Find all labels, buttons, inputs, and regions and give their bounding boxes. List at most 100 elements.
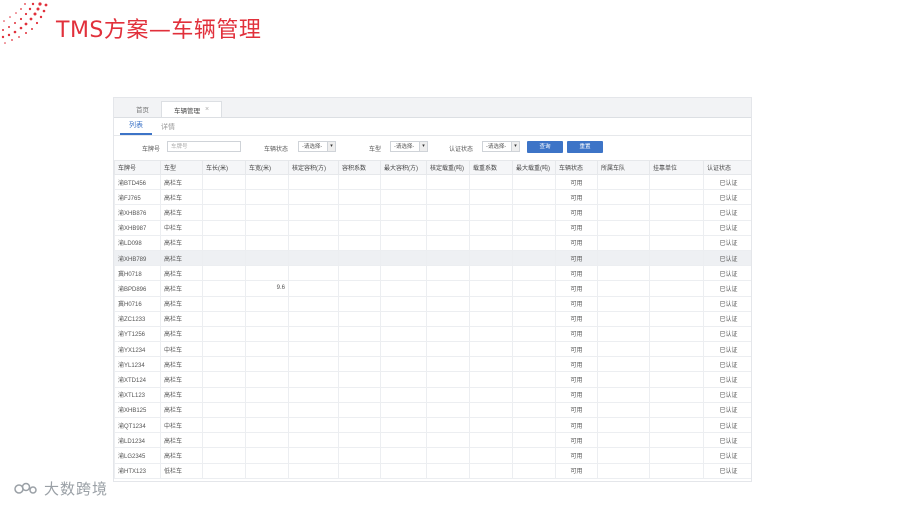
table-cell [512, 204, 556, 221]
table-row[interactable]: 渝XHB789 高栏车 可用 已认证 [114, 249, 751, 267]
table-cell: 中栏车 [160, 416, 203, 434]
table-cell: 可用 [555, 219, 598, 236]
reset-button[interactable]: 重置 [567, 141, 603, 153]
table-cell [426, 280, 470, 297]
table-cell [469, 204, 513, 221]
table-cell: 可用 [555, 356, 598, 373]
table-row[interactable]: 渝ZC1233 高栏车 可用 已认证 [114, 310, 751, 327]
table-cell [469, 416, 513, 434]
table-row[interactable]: 渝YL1234 高栏车 可用 已认证 [114, 356, 751, 373]
table-cell: 高栏车 [160, 432, 203, 449]
brand-footer: 大数跨境 [14, 478, 108, 499]
table-row[interactable]: 冀H0716 高栏车 可用 已认证 [114, 295, 751, 312]
table-row[interactable]: 渝XHB876 高栏车 可用 已认证 [114, 204, 751, 221]
table-cell [597, 189, 650, 206]
table-cell [597, 204, 650, 221]
table-cell [512, 356, 556, 373]
column-header[interactable]: 认证状态 [703, 160, 751, 175]
table-row[interactable]: 渝FJ765 高栏车 可用 已认证 [114, 189, 751, 206]
column-header[interactable]: 车宽(米) [245, 160, 289, 175]
brand-logo-icon [14, 482, 37, 494]
table-cell [288, 310, 339, 327]
table-row[interactable]: 渝XHB125 高栏车 可用 已认证 [114, 401, 751, 419]
plate-input[interactable]: 车牌号 [167, 141, 241, 152]
vehicle-type-select[interactable]: -请选择- ▾ [390, 141, 428, 152]
table-cell: 已认证 [703, 386, 751, 403]
table-cell [426, 432, 470, 449]
table-cell: 高栏车 [160, 295, 203, 312]
table-cell [288, 189, 339, 206]
table-cell: 渝XHB125 [114, 401, 161, 419]
table-cell: 已认证 [703, 462, 751, 479]
table-cell [380, 173, 427, 191]
plate-label: 车牌号 [142, 147, 161, 153]
chevron-down-icon: ▾ [419, 142, 427, 151]
subtab-detail[interactable]: 详情 [152, 122, 184, 135]
column-header[interactable]: 容积系数 [338, 160, 381, 175]
table-cell [288, 265, 339, 282]
table-row[interactable]: 渝LD1234 高栏车 可用 已认证 [114, 432, 751, 449]
column-header[interactable]: 所属车队 [597, 160, 650, 175]
table-cell [202, 432, 246, 449]
column-header[interactable]: 最大容积(方) [380, 160, 427, 175]
table-cell [288, 234, 339, 251]
column-header[interactable]: 车长(米) [202, 160, 246, 175]
table-row[interactable]: 渝BPD896 高栏车 9.6 可用 已认证 [114, 280, 751, 297]
table-cell [649, 386, 704, 403]
tab-home[interactable]: 首页 [124, 101, 161, 117]
table-cell: 渝YX1234 [114, 341, 161, 358]
table-cell [426, 341, 470, 358]
table-cell [202, 371, 246, 388]
table-cell [426, 310, 470, 327]
table-row[interactable]: 冀H0718 高栏车 可用 已认证 [114, 265, 751, 282]
column-header[interactable]: 车型 [160, 160, 203, 175]
table-cell [649, 249, 704, 267]
app-window: 首页 车辆管理 × 列表 详情 车牌号 车牌号 车辆状态 -请选择- ▾ 车型 … [113, 97, 752, 482]
auth-status-select[interactable]: -请选择- ▾ [482, 141, 520, 152]
table-row[interactable]: 渝LG2345 高栏车 可用 已认证 [114, 447, 751, 464]
table-row[interactable]: 渝LD098 高栏车 可用 已认证 [114, 234, 751, 251]
table-cell [338, 341, 381, 358]
column-header[interactable]: 最大载重(吨) [512, 160, 556, 175]
table-row[interactable]: 渝BTD456 高栏车 可用 已认证 [114, 173, 751, 191]
table-row[interactable]: 渝XHB987 中栏车 可用 已认证 [114, 219, 751, 236]
table-cell [426, 401, 470, 419]
vehicle-status-select[interactable]: -请选择- ▾ [298, 141, 336, 152]
table-cell [380, 386, 427, 403]
table-cell [380, 325, 427, 343]
subtab-list[interactable]: 列表 [120, 120, 152, 135]
table-cell [597, 416, 650, 434]
column-header[interactable]: 核定载重(吨) [426, 160, 470, 175]
table-cell [245, 325, 289, 343]
table-cell [288, 325, 339, 343]
table-cell: 已认证 [703, 234, 751, 251]
column-header[interactable]: 车牌号 [114, 160, 161, 175]
table-cell: 冀H0716 [114, 295, 161, 312]
close-icon[interactable]: × [205, 106, 209, 113]
column-header[interactable]: 车辆状态 [555, 160, 598, 175]
column-header[interactable]: 核定容积(方) [288, 160, 339, 175]
column-header[interactable]: 载重系数 [469, 160, 513, 175]
table-cell [512, 249, 556, 267]
table-cell: 渝ZC1233 [114, 310, 161, 327]
table-cell [288, 447, 339, 464]
table-cell [469, 265, 513, 282]
table-cell [288, 432, 339, 449]
table-cell [338, 401, 381, 419]
table-row[interactable]: 渝YX1234 中栏车 可用 已认证 [114, 341, 751, 358]
tab-vehicle-management[interactable]: 车辆管理 × [161, 101, 223, 117]
table-row[interactable]: 渝XTL123 高栏车 可用 已认证 [114, 386, 751, 403]
table-cell: 可用 [555, 416, 598, 434]
table-header-row: 车牌号 车型 车长(米) 车宽(米) 核定容积(方) 容积系数 最大容积(方) 核定载重(吨)… [114, 160, 751, 175]
table-row[interactable]: 渝HTX123 低栏车 可用 已认证 [114, 462, 751, 479]
column-header[interactable]: 挂靠单位 [649, 160, 704, 175]
table-cell: 中栏车 [160, 219, 203, 236]
table-row[interactable]: 渝QT1234 中栏车 可用 已认证 [114, 416, 751, 434]
table-row[interactable]: 渝YT1256 高栏车 可用 已认证 [114, 325, 751, 343]
query-button[interactable]: 查询 [527, 141, 563, 153]
table-cell [649, 371, 704, 388]
table-cell [245, 310, 289, 327]
table-cell [649, 173, 704, 191]
table-row[interactable]: 渝XTD124 高栏车 可用 已认证 [114, 371, 751, 388]
table-cell: 高栏车 [160, 356, 203, 373]
